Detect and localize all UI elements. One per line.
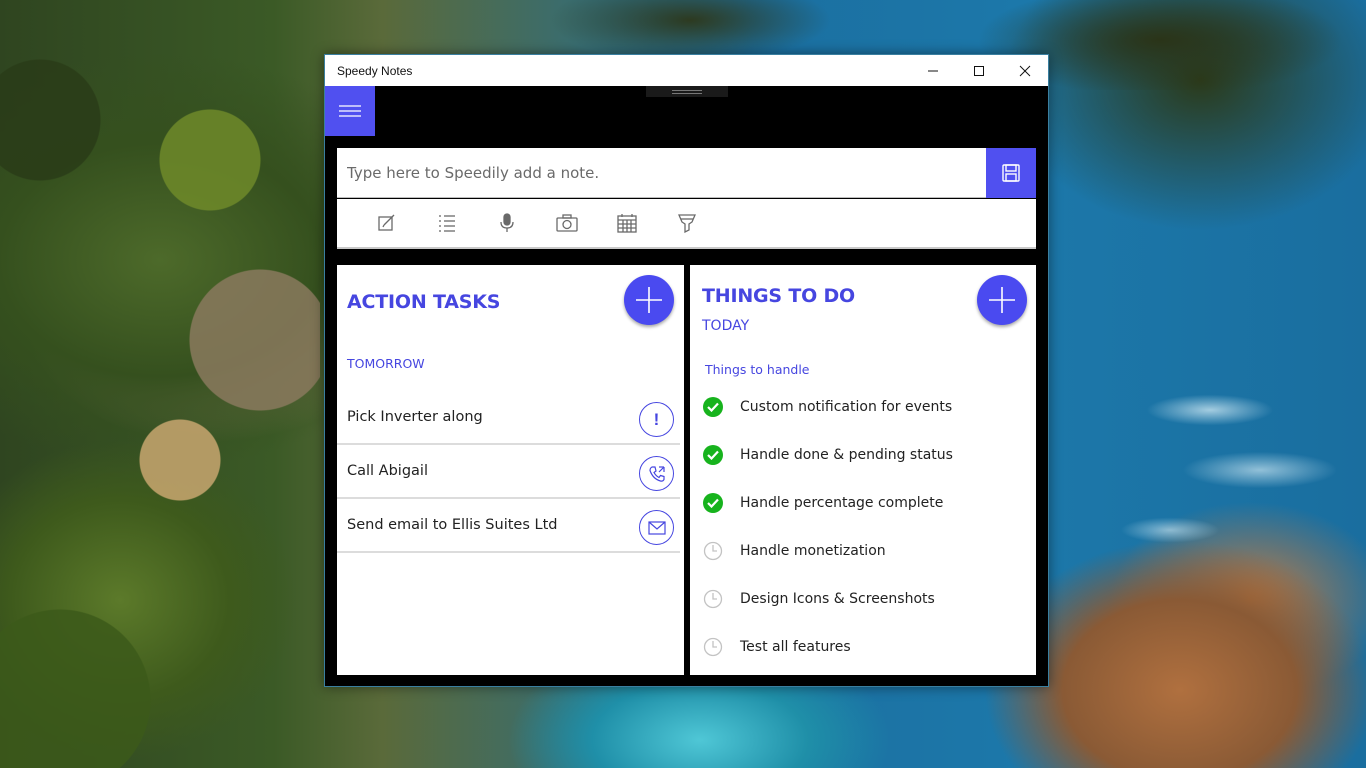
- alert-icon: !: [653, 409, 660, 429]
- minimize-icon: [928, 70, 938, 71]
- task-alert-button[interactable]: !: [639, 402, 674, 437]
- todo-text: Design Icons & Screenshots: [740, 591, 935, 607]
- app-content: ACTION TASKS TOMORROW Pick Inverter alon…: [325, 86, 1048, 686]
- status-indicator[interactable]: [702, 396, 724, 418]
- todo-item[interactable]: Test all features: [690, 623, 1036, 671]
- note-type-toolbar: [337, 199, 1036, 249]
- drag-handle[interactable]: [646, 86, 728, 97]
- action-tasks-title: ACTION TASKS: [347, 291, 501, 313]
- save-icon: [1002, 164, 1020, 182]
- plus-icon: [989, 287, 1015, 313]
- desktop-wallpaper-foliage: [0, 0, 320, 768]
- todo-list: Custom notification for events Handle do…: [690, 383, 1036, 671]
- todo-text: Handle done & pending status: [740, 447, 953, 463]
- edit-note-icon: [378, 214, 395, 231]
- task-row[interactable]: Call Abigail: [337, 445, 680, 499]
- things-to-do-title: THINGS TO DO: [702, 285, 855, 307]
- things-to-handle-label: Things to handle: [705, 362, 810, 377]
- save-button[interactable]: [986, 148, 1036, 198]
- photo-note-button[interactable]: [537, 203, 597, 243]
- status-indicator[interactable]: [702, 540, 724, 562]
- status-indicator[interactable]: [702, 444, 724, 466]
- task-row[interactable]: Pick Inverter along !: [337, 391, 680, 445]
- todo-item[interactable]: Handle done & pending status: [690, 431, 1036, 479]
- window-controls: [910, 55, 1048, 86]
- task-text: Send email to Ellis Suites Ltd: [347, 517, 558, 533]
- edit-note-button[interactable]: [357, 203, 417, 243]
- add-todo-button[interactable]: [977, 275, 1027, 325]
- mail-icon: [647, 520, 666, 535]
- plus-icon: [636, 287, 662, 313]
- maximize-icon: [974, 65, 984, 76]
- task-email-button[interactable]: [639, 510, 674, 545]
- todo-text: Handle monetization: [740, 543, 886, 559]
- highlight-button[interactable]: [657, 203, 717, 243]
- clock-icon: [703, 589, 723, 609]
- tomorrow-label: TOMORROW: [347, 356, 425, 371]
- list-button[interactable]: [417, 203, 477, 243]
- task-text: Call Abigail: [347, 463, 428, 479]
- status-indicator[interactable]: [702, 636, 724, 658]
- task-call-button[interactable]: [639, 456, 674, 491]
- microphone-icon: [500, 213, 514, 232]
- quick-note-bar: [337, 148, 1036, 198]
- calendar-button[interactable]: [597, 203, 657, 243]
- close-button[interactable]: [1002, 55, 1048, 86]
- app-window: Speedy Notes Type here to Speedily add a…: [324, 54, 1049, 687]
- checkmark-icon: [703, 397, 723, 417]
- todo-text: Handle percentage complete: [740, 495, 944, 511]
- camera-icon: [556, 214, 578, 232]
- window-title: Speedy Notes: [337, 63, 413, 78]
- clock-icon: [703, 637, 723, 657]
- voice-note-button[interactable]: [477, 203, 537, 243]
- todo-item[interactable]: Handle monetization: [690, 527, 1036, 575]
- task-text: Pick Inverter along: [347, 409, 483, 425]
- close-icon: [1019, 65, 1031, 76]
- today-label: TODAY: [702, 318, 750, 334]
- action-task-list: Pick Inverter along ! Call Abigail Send …: [337, 391, 680, 553]
- things-to-do-panel: THINGS TO DO TODAY Things to handle Cust…: [690, 265, 1036, 675]
- minimize-button[interactable]: [910, 55, 956, 86]
- highlighter-icon: [678, 214, 696, 233]
- maximize-button[interactable]: [956, 55, 1002, 86]
- menu-button[interactable]: [325, 86, 375, 136]
- add-action-task-button[interactable]: [624, 275, 674, 325]
- note-input[interactable]: [337, 148, 986, 197]
- checkmark-icon: [703, 493, 723, 513]
- todo-item[interactable]: Handle percentage complete: [690, 479, 1036, 527]
- todo-text: Test all features: [740, 639, 851, 655]
- task-row[interactable]: Send email to Ellis Suites Ltd: [337, 499, 680, 553]
- action-tasks-panel: ACTION TASKS TOMORROW Pick Inverter alon…: [337, 265, 684, 675]
- status-indicator[interactable]: [702, 492, 724, 514]
- hamburger-icon: [339, 105, 361, 117]
- desktop-wallpaper-sea: [1050, 320, 1366, 580]
- todo-item[interactable]: Custom notification for events: [690, 383, 1036, 431]
- todo-item[interactable]: Design Icons & Screenshots: [690, 575, 1036, 623]
- grip-icon: [672, 89, 702, 94]
- calendar-icon: [617, 214, 637, 233]
- status-indicator[interactable]: [702, 588, 724, 610]
- checkmark-icon: [703, 445, 723, 465]
- clock-icon: [703, 541, 723, 561]
- phone-icon: [648, 465, 665, 482]
- list-icon: [439, 215, 455, 232]
- title-bar[interactable]: Speedy Notes: [325, 55, 1048, 86]
- todo-text: Custom notification for events: [740, 399, 953, 415]
